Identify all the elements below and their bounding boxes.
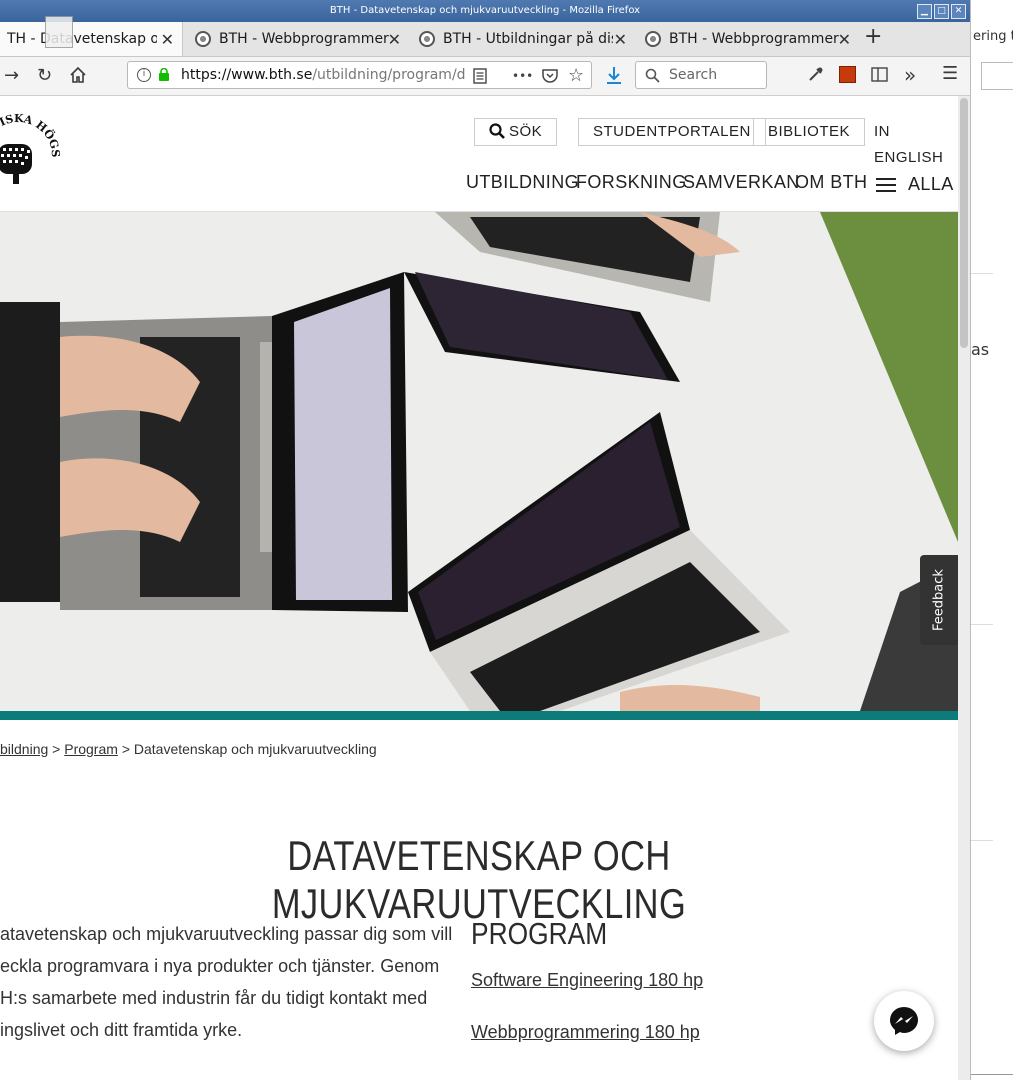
bth-favicon-icon: [645, 31, 661, 47]
page-scrollbar[interactable]: [958, 96, 970, 1080]
breadcrumb-separator: >: [121, 741, 130, 757]
scrollbar-thumb[interactable]: [960, 98, 968, 348]
intro-line: atavetenskap och mjukvaruutveckling pass…: [0, 924, 453, 944]
pocket-icon[interactable]: [542, 68, 558, 83]
tab-label: BTH - Utbildningar på distans: [443, 31, 613, 47]
navigation-toolbar: → ↻ i https://www.bth.se/utbildning/prog…: [0, 57, 970, 96]
breadcrumb-current: Datavetenskap och mjukvaruutveckling: [133, 741, 377, 757]
feedback-button[interactable]: Feedback: [920, 555, 958, 645]
reader-view-icon[interactable]: [473, 68, 487, 84]
intro-text: atavetenskap och mjukvaruutveckling pass…: [0, 918, 453, 1046]
hero-image: [0, 212, 958, 711]
lock-icon: [159, 68, 169, 81]
bth-favicon-icon: [419, 31, 435, 47]
messenger-icon: [890, 1007, 918, 1035]
maximize-button[interactable]: □: [934, 4, 949, 19]
close-tab-icon[interactable]: ✕: [388, 30, 401, 49]
nav-samverkan[interactable]: SAMVERKAN: [683, 172, 800, 193]
tab-label: BTH - Webbprogrammering: [219, 31, 389, 47]
divider: [971, 840, 993, 841]
background-text: as: [971, 340, 990, 359]
program-heading: PROGRAM: [471, 916, 608, 951]
window-titlebar: BTH - Datavetenskap och mjukvaruutveckli…: [0, 0, 970, 22]
bibliotek-button[interactable]: BIBLIOTEK: [753, 118, 866, 146]
hamburger-icon[interactable]: [876, 178, 896, 192]
url-domain: https://www.bth.se: [181, 67, 313, 83]
url-bar[interactable]: i https://www.bth.se/utbildning/program/…: [127, 61, 592, 89]
close-window-button[interactable]: ✕: [951, 4, 966, 19]
intro-line: H:s samarbete med industrin får du tidig…: [0, 988, 428, 1008]
minimize-button[interactable]: ▁: [917, 4, 932, 19]
url-path: /utbildning/program/d: [312, 67, 466, 83]
background-field: [981, 62, 1013, 90]
tab-datavetenskap[interactable]: TH - Datavetenskap och ✕: [0, 16, 183, 56]
close-tab-icon[interactable]: ✕: [161, 30, 174, 49]
close-tab-icon[interactable]: ✕: [838, 30, 851, 49]
bth-favicon-icon: [195, 31, 211, 47]
extension-icon[interactable]: [839, 66, 856, 83]
nav-om-bth[interactable]: OM BTH: [795, 172, 867, 193]
sidebar-icon[interactable]: [871, 67, 888, 82]
url-text: https://www.bth.se/utbildning/program/d: [181, 67, 466, 83]
site-info-icon[interactable]: i: [137, 68, 151, 82]
tab-webbprogrammering-1[interactable]: BTH - Webbprogrammering ✕: [187, 22, 409, 56]
breadcrumb: bildning > Program > Datavetenskap och m…: [0, 741, 377, 757]
intro-line: ingslivet och ditt framtida yrke.: [0, 1020, 243, 1040]
background-window: ering t as: [970, 0, 1013, 1080]
close-tab-icon[interactable]: ✕: [614, 30, 627, 49]
search-icon: [645, 68, 660, 83]
window-title: BTH - Datavetenskap och mjukvaruutveckli…: [329, 5, 641, 16]
page-actions-icon[interactable]: •••: [512, 69, 533, 83]
program-link-software-engineering[interactable]: Software Engineering 180 hp: [471, 970, 703, 991]
home-icon[interactable]: [69, 66, 87, 84]
tab-label: TH - Datavetenskap och: [7, 31, 157, 47]
in-english-link[interactable]: IN ENGLISH: [874, 119, 958, 166]
messenger-chat-button[interactable]: [874, 991, 934, 1051]
overflow-chevron-icon[interactable]: »: [904, 63, 916, 87]
hamburger-menu-icon[interactable]: ☰: [942, 63, 958, 84]
eyedropper-icon[interactable]: [808, 66, 824, 82]
teal-divider: [0, 711, 958, 720]
background-window-bottom-border: [971, 1074, 1013, 1075]
reload-icon[interactable]: ↻: [37, 65, 52, 86]
new-tab-button[interactable]: +: [864, 24, 882, 49]
tab-label: BTH - Webbprogrammering: [669, 31, 839, 47]
bth-logo[interactable]: TEKNISKA HÖGSKOLA BTH: [0, 108, 66, 204]
studentportalen-button[interactable]: STUDENTPORTALEN: [578, 118, 766, 146]
tab-utbildningar-distans[interactable]: BTH - Utbildningar på distans ✕: [411, 22, 635, 56]
search-icon: [489, 123, 505, 139]
breadcrumb-utbildning[interactable]: bildning: [0, 741, 48, 757]
intro-line: eckla programvara i nya produkter och tj…: [0, 956, 440, 976]
nav-forskning[interactable]: FORSKNING: [576, 172, 687, 193]
search-label: SÖK: [509, 123, 543, 140]
nav-utbildning[interactable]: UTBILDNING: [466, 172, 579, 193]
search-button[interactable]: SÖK: [474, 118, 558, 146]
search-input[interactable]: Search: [635, 61, 767, 89]
divider: [971, 624, 993, 625]
nav-alla[interactable]: ALLA: [908, 174, 954, 195]
tab-webbprogrammering-2[interactable]: BTH - Webbprogrammering ✕: [637, 22, 859, 56]
feedback-label: Feedback: [931, 569, 947, 631]
breadcrumb-program[interactable]: Program: [64, 741, 118, 757]
bookmark-star-icon[interactable]: ☆: [568, 65, 584, 86]
divider: [971, 273, 993, 274]
download-icon[interactable]: [606, 66, 622, 85]
program-link-webbprogrammering[interactable]: Webbprogrammering 180 hp: [471, 1022, 700, 1043]
web-page: TEKNISKA HÖGSKOLA BTH SÖK STUDENTPORTALE…: [0, 96, 958, 1080]
page-title: DATAVETENSKAP OCH MJUKVARUUTVECKLING: [271, 832, 687, 927]
tab-bar: TH - Datavetenskap och ✕ BTH - Webbprogr…: [0, 16, 970, 57]
document-icon: [45, 16, 73, 48]
breadcrumb-separator: >: [52, 741, 61, 757]
search-placeholder: Search: [669, 67, 718, 83]
background-tab-text: ering t: [973, 29, 1013, 44]
laptop-left: [60, 272, 408, 612]
forward-icon[interactable]: →: [4, 65, 19, 86]
